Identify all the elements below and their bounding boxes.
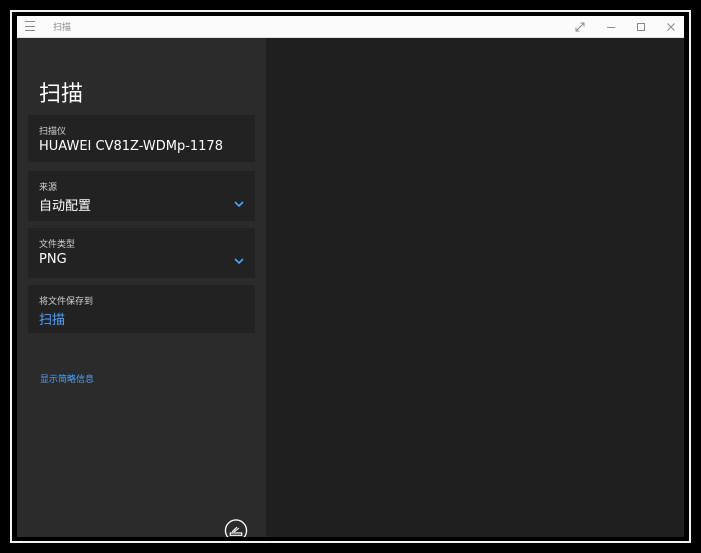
scan-button[interactable]: 扫描	[222, 519, 250, 537]
file-type-dropdown[interactable]: 文件类型 PNG	[28, 228, 255, 278]
close-icon	[667, 22, 675, 31]
app-window: 扫描 扫描 扫描仪 HUAWEI CV81Z-WDMp-1178 来源 自动配置…	[17, 16, 684, 537]
save-location-link[interactable]: 扫描	[39, 309, 65, 328]
scanner-label: 扫描仪	[39, 127, 67, 137]
scanner-icon	[224, 519, 248, 537]
expand-icon	[575, 22, 585, 31]
hamburger-icon[interactable]	[25, 21, 35, 31]
page-title: 扫描	[39, 82, 84, 107]
title-bar: 扫描	[17, 16, 684, 38]
save-location-field: 将文件保存到 扫描	[28, 285, 255, 333]
scanner-value: HUAWEI CV81Z-WDMp-1178	[39, 139, 223, 154]
close-button[interactable]	[656, 16, 684, 37]
source-value: 自动配置	[39, 199, 92, 214]
maximize-button[interactable]	[626, 16, 656, 37]
maximize-icon	[637, 22, 645, 31]
settings-pane: 扫描 扫描仪 HUAWEI CV81Z-WDMp-1178 来源 自动配置 文件…	[17, 38, 266, 537]
screenshot-frame: 扫描 扫描 扫描仪 HUAWEI CV81Z-WDMp-1178 来源 自动配置…	[10, 10, 691, 543]
preview-pane	[266, 38, 684, 537]
source-dropdown[interactable]: 来源 自动配置	[28, 171, 255, 221]
scanner-field[interactable]: 扫描仪 HUAWEI CV81Z-WDMp-1178	[28, 115, 255, 162]
file-type-value: PNG	[39, 252, 67, 267]
show-less-info-link[interactable]: 显示简略信息	[40, 372, 94, 385]
minimize-icon	[607, 26, 615, 28]
chevron-down-icon	[234, 258, 244, 265]
source-label: 来源	[39, 183, 58, 193]
minimize-button[interactable]	[596, 16, 626, 37]
file-type-label: 文件类型	[39, 240, 76, 250]
fullscreen-button[interactable]	[565, 16, 595, 37]
chevron-down-icon	[234, 201, 244, 208]
window-title: 扫描	[53, 23, 72, 33]
save-location-label: 将文件保存到	[39, 297, 94, 307]
